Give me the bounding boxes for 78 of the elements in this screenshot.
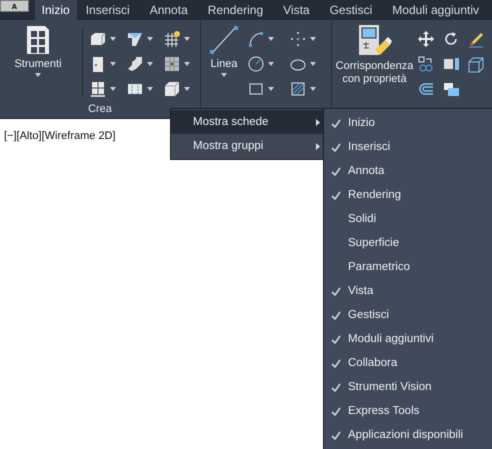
caret-icon[interactable] xyxy=(35,73,41,77)
caret-icon[interactable] xyxy=(110,87,116,91)
ribbon-large-button[interactable]: Linea xyxy=(201,24,247,77)
menu-item[interactable]: Parametrico xyxy=(324,255,492,279)
window-icon[interactable] xyxy=(89,80,107,98)
ribbon-tab[interactable]: Inizio xyxy=(34,0,77,20)
rectangle-icon[interactable] xyxy=(247,80,265,98)
ribbon-tab[interactable]: Gestisci xyxy=(322,0,380,20)
caret-icon[interactable] xyxy=(184,37,190,41)
caret-icon[interactable] xyxy=(310,62,316,66)
check-icon xyxy=(331,430,341,440)
ribbon-tab[interactable]: Vista xyxy=(276,0,317,20)
caret-icon[interactable] xyxy=(184,62,190,66)
caret-icon[interactable] xyxy=(268,37,274,41)
caret-icon[interactable] xyxy=(310,37,316,41)
submenu-arrow-icon xyxy=(316,142,320,150)
submenu-arrow-icon xyxy=(316,118,320,126)
caret-icon[interactable] xyxy=(221,73,227,77)
grid-spark-icon[interactable] xyxy=(163,30,181,48)
building-icon xyxy=(25,24,51,56)
check-icon xyxy=(331,334,341,344)
caret-icon[interactable] xyxy=(147,62,153,66)
line-icon xyxy=(209,24,239,56)
points-icon[interactable] xyxy=(289,30,307,48)
circle-icon[interactable] xyxy=(247,55,265,73)
eraser-icon[interactable] xyxy=(467,30,485,48)
viewport-controls[interactable]: [−][Alto][Wireframe 2D] xyxy=(4,130,116,142)
move-arrows-icon[interactable] xyxy=(417,30,435,48)
join-icon[interactable] xyxy=(417,55,435,73)
check-icon xyxy=(331,406,341,416)
copy-icon[interactable] xyxy=(442,80,460,98)
check-icon xyxy=(331,358,341,368)
menu-item[interactable]: Express Tools xyxy=(324,399,492,423)
stretch-icon[interactable] xyxy=(442,55,460,73)
caret-icon[interactable] xyxy=(110,62,116,66)
caret-icon[interactable] xyxy=(268,87,274,91)
box-outline-icon[interactable] xyxy=(467,55,485,73)
menu-item[interactable]: Mostra schede xyxy=(171,110,326,134)
check-icon xyxy=(331,286,341,296)
ribbon-tab[interactable]: Inserisci xyxy=(78,0,137,20)
menu-item[interactable]: Superficie xyxy=(324,231,492,255)
caret-icon[interactable] xyxy=(184,87,190,91)
check-icon xyxy=(331,310,341,320)
menu-item[interactable]: Annota xyxy=(324,159,492,183)
caret-icon[interactable] xyxy=(268,62,274,66)
check-icon xyxy=(331,382,341,392)
ribbon-tab[interactable]: Annota xyxy=(142,0,195,20)
hatch-icon[interactable] xyxy=(289,80,307,98)
menu-item[interactable]: Rendering xyxy=(324,183,492,207)
caret-icon[interactable] xyxy=(147,87,153,91)
panel-title: Crea xyxy=(88,103,112,115)
menu-item[interactable]: Inserisci xyxy=(324,135,492,159)
mesh-grid-icon[interactable] xyxy=(163,55,181,73)
cube-icon[interactable] xyxy=(163,80,181,98)
check-icon xyxy=(331,190,341,200)
menu-item[interactable]: Solidi xyxy=(324,207,492,231)
caret-icon[interactable] xyxy=(110,37,116,41)
arc-icon[interactable] xyxy=(247,30,265,48)
menu-item[interactable]: Applicazioni disponibili xyxy=(324,423,492,447)
menu-item[interactable]: Moduli aggiuntivi xyxy=(324,327,492,351)
check-icon xyxy=(331,118,341,128)
caret-icon[interactable] xyxy=(147,37,153,41)
menu-item[interactable]: Strumenti Vision xyxy=(324,375,492,399)
menu-item[interactable]: Inizio xyxy=(324,111,492,135)
ribbon-large-button[interactable]: Strumenti xyxy=(0,24,76,77)
check-icon xyxy=(331,166,341,176)
property-brush-icon xyxy=(356,24,392,58)
sweep-icon[interactable] xyxy=(126,30,144,48)
caret-icon[interactable] xyxy=(310,87,316,91)
ribbon-large-button[interactable]: Corrispondenza con proprietà xyxy=(332,24,417,86)
menu-item[interactable]: Vista xyxy=(324,279,492,303)
menu-item[interactable]: Collabora xyxy=(324,351,492,375)
menu-item[interactable]: Gestisci xyxy=(324,303,492,327)
box-icon[interactable] xyxy=(89,30,107,48)
ribbon-tab[interactable]: Rendering xyxy=(200,0,270,20)
check-icon xyxy=(331,142,341,152)
menu-item[interactable]: Mostra gruppi xyxy=(171,134,326,158)
ribbon-tab[interactable]: Moduli aggiuntiv xyxy=(385,0,486,20)
